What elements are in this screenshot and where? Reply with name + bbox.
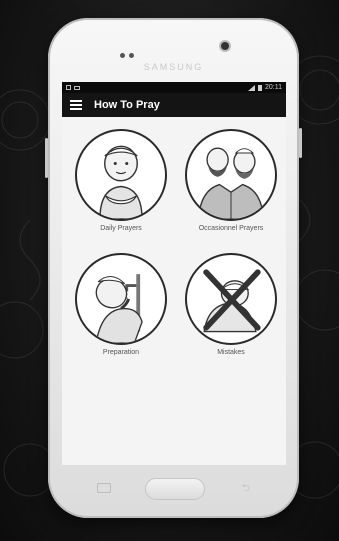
home-button[interactable] [145,478,205,500]
clock: 20:11 [265,84,282,91]
power-button [299,128,302,158]
volume-button [45,138,48,178]
category-grid: Daily Prayers Occasionnel Prayers Prepar… [62,117,286,465]
sensor-dots [120,45,138,63]
back-icon[interactable]: ⮌ [242,481,250,498]
boy-washing-icon [75,253,167,345]
screen: 20:11 How To Pray Daily Prayers Occasion… [62,82,286,465]
recent-apps-icon[interactable] [97,483,111,493]
message-icon [74,85,80,90]
hamburger-menu-icon[interactable] [70,100,82,110]
tile-daily-prayers[interactable]: Daily Prayers [69,129,173,232]
tile-label: Occasionnel Prayers [198,225,264,232]
tile-occasionnel-prayers[interactable]: Occasionnel Prayers [179,129,283,232]
background: SAMSUNG 20:11 How To Pray Daily Prayers … [0,0,339,541]
tile-label: Mistakes [217,349,245,356]
hardware-nav-bar: ⮌ [62,472,286,504]
tile-mistakes[interactable]: Mistakes [179,253,283,356]
phone-frame: SAMSUNG 20:11 How To Pray Daily Prayers … [45,18,302,518]
signal-icon [248,84,255,91]
tile-label: Daily Prayers [100,225,142,232]
battery-icon [258,84,262,91]
notification-icon [66,85,71,90]
praying-boy-icon [75,129,167,221]
app-bar: How To Pray [62,93,286,117]
status-bar: 20:11 [62,82,286,93]
tile-label: Preparation [102,349,140,356]
brand-logo: SAMSUNG [143,62,204,72]
two-men-embracing-icon [185,129,277,221]
front-camera [221,42,229,50]
app-title: How To Pray [94,99,160,111]
tile-preparation[interactable]: Preparation [69,253,173,356]
crossed-out-prayer-icon [185,253,277,345]
